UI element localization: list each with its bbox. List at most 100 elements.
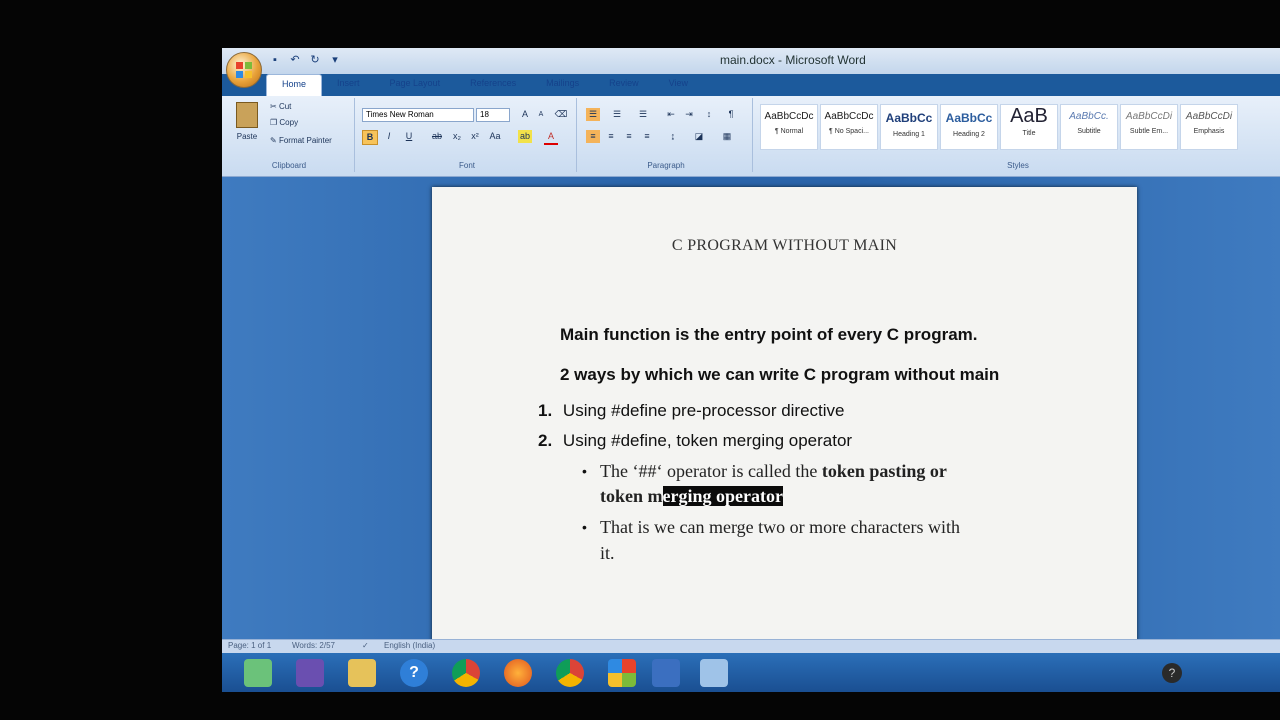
- paste-button[interactable]: Paste: [232, 100, 262, 148]
- paragraph-group: ☰ ☰ ☰ ⇤ ⇥ ↕ ¶ ≡ ≡ ≡ ≡ ↨ ◪ ▦ Paragraph: [580, 98, 753, 172]
- clipboard-label: Clipboard: [271, 161, 307, 170]
- styles-label: Styles: [1007, 161, 1029, 170]
- customize-icon[interactable]: ▾: [328, 53, 342, 67]
- underline-button[interactable]: U: [402, 130, 416, 143]
- office-button[interactable]: [226, 52, 262, 88]
- style-normal[interactable]: AaBbCcDc ¶ Normal: [760, 104, 818, 150]
- chrome-icon[interactable]: [452, 659, 480, 687]
- align-right-button[interactable]: ≡: [622, 130, 636, 143]
- shrink-font-button[interactable]: A: [534, 108, 548, 121]
- style-no-spacing[interactable]: AaBbCcDc ¶ No Spaci...: [820, 104, 878, 150]
- language-indicator[interactable]: English (India): [384, 641, 435, 650]
- numbering-button[interactable]: ☰: [610, 108, 624, 121]
- tray-help-icon[interactable]: ?: [1162, 663, 1182, 683]
- style-subtle-emphasis[interactable]: AaBbCcDi Subtle Em...: [1120, 104, 1178, 150]
- list-item-2: 2. Using #define, token merging operator: [538, 431, 853, 450]
- strikethrough-button[interactable]: ab: [430, 130, 444, 143]
- cut-button[interactable]: ✂ Cut: [270, 102, 291, 111]
- taskbar: ? ?: [222, 653, 1280, 692]
- chrome-icon-2[interactable]: [556, 659, 584, 687]
- borders-button[interactable]: ▦: [720, 130, 734, 143]
- font-label: Font: [458, 161, 475, 170]
- status-bar: Page: 1 of 1 Words: 2/57 ✓ English (Indi…: [222, 639, 1280, 654]
- ribbon: Paste ✂ Cut ❐ Copy ✎ Format Painter Clip…: [222, 96, 1280, 177]
- window-icon[interactable]: [700, 659, 728, 687]
- window-title: main.docx - Microsoft Word: [720, 53, 866, 67]
- document-area: C PROGRAM WITHOUT MAIN Main function is …: [222, 177, 1280, 657]
- italic-button[interactable]: I: [382, 130, 396, 143]
- title-bar: ▪ ↶ ↻ ▾ main.docx - Microsoft Word: [222, 48, 1280, 74]
- bold-button[interactable]: B: [362, 130, 378, 145]
- document-title: C PROGRAM WITHOUT MAIN: [671, 237, 898, 254]
- grow-font-button[interactable]: A: [518, 108, 532, 121]
- align-center-button[interactable]: ≡: [604, 130, 618, 143]
- increase-indent-button[interactable]: ⇥: [682, 108, 696, 121]
- justify-button[interactable]: ≡: [640, 130, 654, 143]
- highlight-button[interactable]: ab: [518, 130, 532, 143]
- copy-icon: ❐: [270, 118, 278, 127]
- bullet-1-line-1: The ‘##‘ operator is called the token pa…: [600, 461, 947, 481]
- superscript-button[interactable]: x²: [468, 130, 482, 143]
- clipboard-group: Paste ✂ Cut ❐ Copy ✎ Format Painter Clip…: [224, 98, 355, 172]
- tab-view[interactable]: View: [654, 74, 703, 96]
- spelling-icon[interactable]: ✓: [362, 641, 369, 650]
- paragraph-two-ways: 2 ways by which we can write C program w…: [560, 365, 1000, 384]
- word-count[interactable]: Words: 2/57: [292, 641, 335, 650]
- paragraph-entry-point: Main function is the entry point of ever…: [560, 325, 978, 344]
- bullets-button[interactable]: ☰: [586, 108, 600, 121]
- show-marks-button[interactable]: ¶: [724, 108, 738, 121]
- copy-button[interactable]: ❐ Copy: [270, 118, 298, 127]
- format-painter-button[interactable]: ✎ Format Painter: [270, 136, 332, 145]
- multilevel-button[interactable]: ☰: [636, 108, 650, 121]
- list-item-1: 1. Using #define pre-processor directive: [538, 401, 845, 420]
- word-icon[interactable]: [652, 659, 680, 687]
- start-icon[interactable]: [244, 659, 272, 687]
- bullet-1-line-2: token merging operator: [600, 486, 783, 506]
- clear-format-button[interactable]: ⌫: [554, 108, 568, 121]
- font-color-button[interactable]: A: [544, 130, 558, 145]
- help-icon[interactable]: ?: [400, 659, 428, 687]
- scissors-icon: ✂: [270, 102, 277, 111]
- paragraph-label: Paragraph: [647, 161, 685, 170]
- redo-icon[interactable]: ↻: [308, 53, 322, 67]
- bullet-marker-1: •: [582, 463, 587, 479]
- style-subtitle[interactable]: AaBbCc. Subtitle: [1060, 104, 1118, 150]
- tab-review[interactable]: Review: [594, 74, 654, 96]
- visual-studio-icon[interactable]: [296, 659, 324, 687]
- tab-home[interactable]: Home: [266, 74, 323, 97]
- style-title[interactable]: AaB Title: [1000, 104, 1058, 150]
- line-spacing-button[interactable]: ↨: [666, 130, 680, 143]
- decrease-indent-button[interactable]: ⇤: [664, 108, 678, 121]
- style-emphasis[interactable]: AaBbCcDi Emphasis: [1180, 104, 1238, 150]
- quick-access-toolbar: ▪ ↶ ↻ ▾: [268, 53, 342, 67]
- tab-page-layout[interactable]: Page Layout: [375, 74, 456, 96]
- office-logo-icon: [236, 62, 252, 78]
- screen: ▪ ↶ ↻ ▾ main.docx - Microsoft Word Home …: [222, 48, 1280, 692]
- save-icon[interactable]: ▪: [268, 53, 282, 67]
- document-page[interactable]: C PROGRAM WITHOUT MAIN Main function is …: [432, 187, 1137, 657]
- tab-references[interactable]: References: [455, 74, 531, 96]
- tab-mailings[interactable]: Mailings: [531, 74, 594, 96]
- font-size-select[interactable]: 18: [476, 108, 510, 122]
- style-heading-2[interactable]: AaBbCc Heading 2: [940, 104, 998, 150]
- style-heading-1[interactable]: AaBbCc Heading 1: [880, 104, 938, 150]
- subscript-button[interactable]: x₂: [450, 130, 464, 143]
- page-count[interactable]: Page: 1 of 1: [228, 641, 271, 650]
- styles-group: AaBbCcDc ¶ Normal AaBbCcDc ¶ No Spaci... A…: [758, 98, 1278, 172]
- explorer-icon[interactable]: [348, 659, 376, 687]
- change-case-button[interactable]: Aa: [488, 130, 502, 143]
- brush-icon: ✎: [270, 136, 277, 145]
- bullet-2-line-2: it.: [600, 543, 615, 563]
- font-name-select[interactable]: Times New Roman: [362, 108, 474, 122]
- tab-insert[interactable]: Insert: [322, 74, 375, 96]
- font-group: Times New Roman 18 A A ⌫ B I U ab x₂ x² …: [358, 98, 577, 172]
- shading-button[interactable]: ◪: [692, 130, 706, 143]
- firefox-icon[interactable]: [504, 659, 532, 687]
- undo-icon[interactable]: ↶: [288, 53, 302, 67]
- sort-button[interactable]: ↕: [702, 108, 716, 121]
- bullet-2-line-1: That is we can merge two or more charact…: [600, 517, 961, 537]
- align-left-button[interactable]: ≡: [586, 130, 600, 143]
- office-icon[interactable]: [608, 659, 636, 687]
- paste-icon: [236, 102, 258, 128]
- ribbon-tabs: Home Insert Page Layout References Maili…: [266, 74, 703, 97]
